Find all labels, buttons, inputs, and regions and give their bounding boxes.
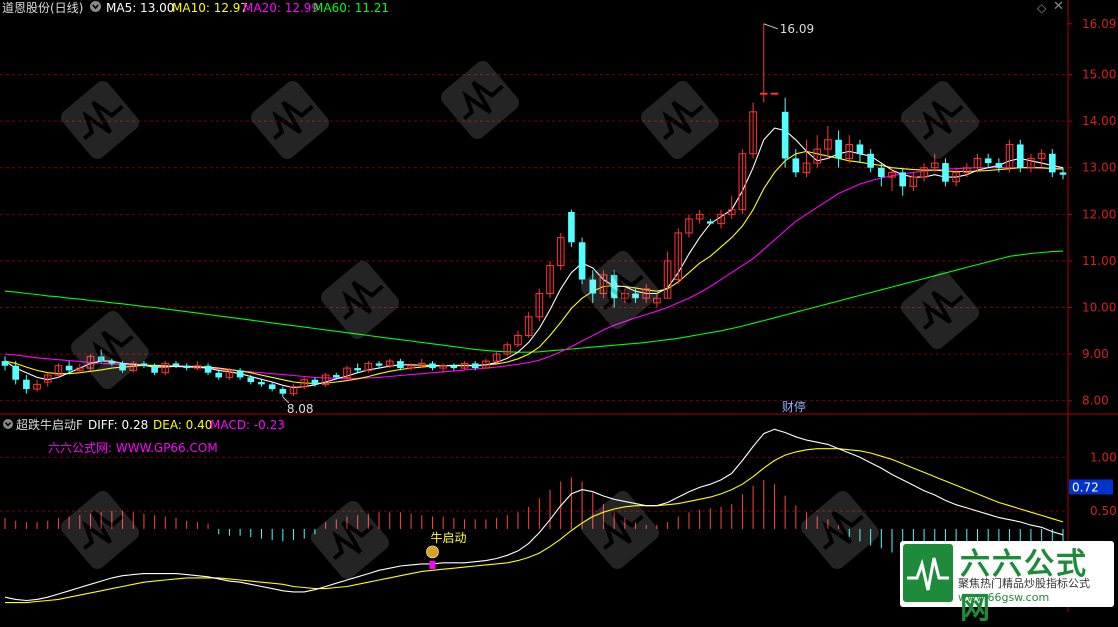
indicator-name[interactable]: 超跌牛启动F — [16, 418, 83, 432]
candle-body — [471, 363, 479, 369]
current-value-label: 0.72 — [1072, 480, 1099, 494]
ma60-line — [4, 250, 1064, 353]
candle-body — [97, 356, 105, 362]
candle-body — [1059, 172, 1067, 175]
brand-url: www.66gsw.com — [958, 591, 1050, 604]
ma10-legend: MA10: 12.97 — [172, 1, 249, 15]
brand-logo: 六六公式网 聚焦热门精品炒股指标公式 www.66gsw.com — [900, 541, 1114, 626]
indicator-tick-label: 1.00 — [1090, 450, 1117, 464]
candle-body — [899, 172, 907, 187]
low-price-label: 8.08 — [287, 402, 314, 416]
ma5-line — [4, 127, 1064, 389]
signal-marker — [429, 560, 436, 569]
formula-site-label: 六六公式网: WWW.GP66.COM — [48, 441, 218, 455]
price-tick-label: 8.00 — [1082, 394, 1109, 408]
price-tick-label: 14.00 — [1082, 114, 1116, 128]
candle-body — [258, 382, 265, 385]
candle-body — [354, 368, 361, 371]
high-pointer — [763, 23, 778, 30]
candle-body — [1049, 153, 1056, 173]
indicator-tick-label: 0.50 — [1090, 504, 1117, 518]
high-price-label: 16.09 — [780, 22, 814, 36]
event-marker-label: 财停 — [782, 399, 806, 414]
candle-body — [610, 274, 618, 299]
candle-body — [878, 167, 885, 178]
candle-body — [332, 375, 340, 378]
candle-body — [792, 158, 800, 173]
candle-body — [247, 377, 255, 383]
signal-coin-icon — [426, 545, 439, 559]
brand-logo-icon — [903, 544, 953, 602]
ma20-legend: MA20: 12.99 — [243, 1, 320, 15]
candle-body — [236, 370, 244, 378]
price-tick-label: 15.00 — [1082, 68, 1116, 82]
candle-body — [215, 372, 223, 378]
candle-body — [781, 111, 789, 159]
price-tick-label: 9.00 — [1082, 347, 1109, 361]
price-tick-label: 12.00 — [1082, 207, 1116, 221]
candle-body — [770, 92, 779, 95]
signal-label: 牛启动 — [430, 530, 466, 545]
candle-body — [995, 163, 1003, 168]
candle-body — [984, 158, 992, 164]
ma60-legend: MA60: 11.21 — [313, 1, 390, 15]
candle-body — [632, 293, 639, 299]
candle-body — [279, 389, 287, 394]
candle-body — [942, 163, 949, 182]
candle-body — [589, 279, 597, 294]
candle-body — [578, 242, 586, 280]
candle-body — [311, 379, 319, 385]
candle-body — [65, 365, 73, 371]
candle-body — [204, 365, 212, 373]
candle-body — [450, 365, 458, 369]
price-tick-label: 10.00 — [1082, 301, 1116, 315]
candle-body — [856, 144, 864, 154]
candle-body — [140, 363, 148, 366]
candle-body — [568, 212, 575, 243]
macd-legend: MACD: -0.23 — [210, 418, 285, 432]
ma5-legend: MA5: 13.00 — [106, 1, 175, 15]
close-icon[interactable]: ✕ — [1053, 0, 1064, 14]
settings-diamond-icon[interactable]: ◇ — [1037, 1, 1046, 15]
candle-body — [23, 379, 30, 390]
candle-body — [707, 221, 714, 224]
candle-body — [759, 92, 768, 95]
price-tick-label: 11.00 — [1082, 254, 1116, 268]
candle-body — [1016, 144, 1024, 168]
diff-legend: DIFF: 0.28 — [88, 418, 149, 432]
price-tick-label: 16.09 — [1082, 17, 1116, 31]
candle-body — [375, 363, 383, 366]
candle-body — [835, 139, 842, 159]
candle-body — [397, 361, 404, 369]
candle-body — [172, 363, 180, 366]
indicator-collapse-icon[interactable] — [2, 418, 14, 430]
candle-body — [183, 365, 190, 369]
collapse-icon[interactable] — [89, 0, 103, 14]
candle-body — [108, 361, 116, 364]
price-tick-label: 13.00 — [1082, 161, 1116, 175]
candle-body — [429, 363, 436, 369]
candle-body — [12, 365, 19, 380]
candle-body — [1, 361, 9, 366]
dea-legend: DEA: 0.40 — [153, 418, 213, 432]
candle-body — [268, 384, 276, 390]
brand-slogan: 聚焦热门精品炒股指标公式 — [958, 577, 1090, 590]
ma20-line — [4, 167, 1063, 379]
stock-chart-canvas[interactable]: 16.09 15.00 14.00 13.00 12.00 11.00 10.00 9.00 8… — [0, 0, 1118, 612]
candle-body — [867, 153, 874, 168]
candle-body — [151, 365, 158, 373]
candle-body — [119, 363, 126, 371]
stock-title: 道恩股份(日线) — [2, 1, 84, 15]
